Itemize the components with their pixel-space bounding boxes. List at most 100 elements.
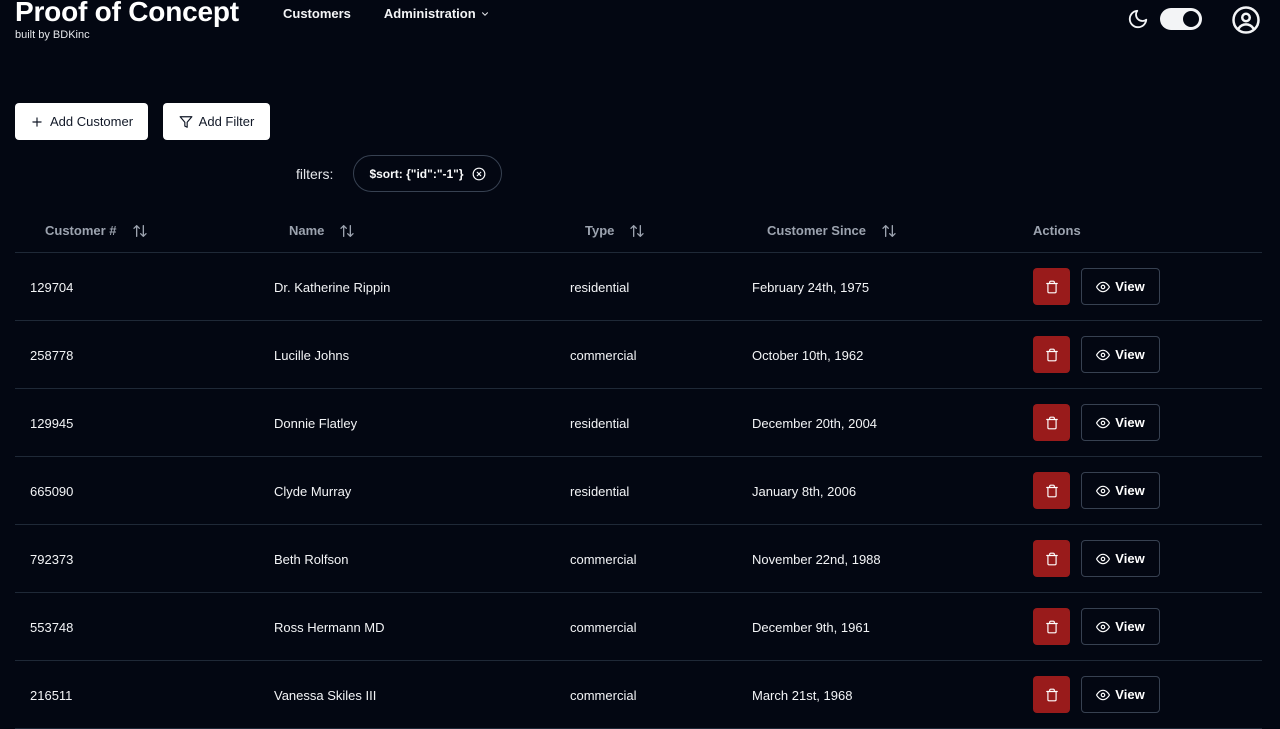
sort-icon[interactable]: [629, 223, 645, 239]
view-button[interactable]: View: [1081, 540, 1160, 577]
cell-name: Ross Hermann MD: [274, 619, 385, 635]
trash-icon: [1045, 416, 1058, 429]
header-name: Name: [289, 208, 355, 253]
filter-chip-sort: $sort: {"id":"-1"}: [353, 155, 502, 192]
nav-administration[interactable]: Administration: [384, 6, 490, 21]
table-row: 216511 Vanessa Skiles III commercial Mar…: [15, 661, 1262, 729]
header-customer-since: Customer Since: [767, 208, 897, 253]
cell-customer-no: 553748: [30, 619, 74, 635]
cell-customer-since: October 10th, 1962: [752, 347, 864, 363]
filters-label: filters:: [296, 166, 334, 182]
cell-customer-since: January 8th, 2006: [752, 483, 857, 499]
table-row: 665090 Clyde Murray residential January …: [15, 457, 1262, 525]
eye-icon: [1096, 349, 1111, 360]
view-button-label: View: [1115, 347, 1145, 362]
cell-customer-since: December 20th, 2004: [752, 415, 878, 431]
table-row: 129704 Dr. Katherine Rippin residential …: [15, 253, 1262, 321]
view-button-label: View: [1115, 687, 1145, 702]
view-button-label: View: [1115, 619, 1145, 634]
cell-name: Donnie Flatley: [274, 415, 358, 431]
header-customer-no-label: Customer #: [45, 223, 117, 238]
plus-icon: [32, 116, 42, 127]
cell-type: commercial: [570, 619, 637, 635]
view-button-label: View: [1115, 279, 1145, 294]
cell-type: commercial: [570, 347, 637, 363]
eye-icon: [1096, 689, 1111, 700]
trash-icon: [1045, 280, 1058, 293]
cell-name: Beth Rolfson: [274, 551, 349, 567]
view-button[interactable]: View: [1081, 336, 1160, 373]
table-row: 258778 Lucille Johns commercial October …: [15, 321, 1262, 389]
add-filter-button[interactable]: Add Filter: [163, 103, 270, 140]
nav-customers-label: Customers: [283, 6, 351, 21]
user-account-icon[interactable]: [1231, 5, 1261, 35]
nav-administration-label: Administration: [383, 6, 476, 21]
filter-chip-text: $sort: {"id":"-1"}: [369, 166, 464, 181]
cell-name: Dr. Katherine Rippin: [274, 279, 391, 295]
trash-icon: [1045, 348, 1058, 361]
delete-button[interactable]: [1033, 608, 1070, 645]
cell-customer-no: 258778: [30, 347, 74, 363]
table-row: 129945 Donnie Flatley residential Decemb…: [15, 389, 1262, 457]
eye-icon: [1096, 621, 1111, 632]
cell-type: commercial: [570, 687, 637, 703]
cell-type: residential: [570, 483, 630, 499]
header-type-label: Type: [585, 223, 615, 238]
remove-filter-icon[interactable]: [472, 167, 486, 181]
eye-icon: [1096, 553, 1111, 564]
table-row: 553748 Ross Hermann MD commercial Decemb…: [15, 593, 1262, 661]
header-actions-label: Actions: [1033, 223, 1081, 238]
cell-customer-since: November 22nd, 1988: [752, 551, 881, 567]
cell-customer-no: 129704: [30, 279, 74, 295]
cell-name: Clyde Murray: [274, 483, 352, 499]
header-customer-no: Customer #: [45, 208, 148, 253]
trash-icon: [1045, 620, 1058, 633]
delete-button[interactable]: [1033, 472, 1070, 509]
delete-button[interactable]: [1033, 268, 1070, 305]
cell-customer-no: 129945: [30, 415, 74, 431]
cell-customer-no: 792373: [30, 551, 74, 567]
cell-type: residential: [570, 415, 630, 431]
filter-icon: [179, 115, 193, 128]
delete-button[interactable]: [1033, 676, 1070, 713]
cell-type: commercial: [570, 551, 637, 567]
header-actions: Actions: [1033, 208, 1081, 253]
view-button[interactable]: View: [1081, 404, 1160, 441]
cell-name: Lucille Johns: [274, 347, 350, 363]
main-nav: Customers Administration: [283, 6, 490, 21]
view-button-label: View: [1115, 551, 1145, 566]
sort-icon[interactable]: [132, 223, 148, 239]
header-customer-since-label: Customer Since: [767, 223, 866, 238]
trash-icon: [1045, 688, 1058, 701]
delete-button[interactable]: [1033, 404, 1070, 441]
view-button[interactable]: View: [1081, 676, 1160, 713]
delete-button[interactable]: [1033, 540, 1070, 577]
add-filter-label: Add Filter: [198, 114, 255, 129]
view-button-label: View: [1115, 415, 1145, 430]
cell-customer-since: December 9th, 1961: [752, 619, 870, 635]
customers-table: Customer # Name Type Customer Since Acti…: [15, 208, 1262, 729]
cell-customer-since: February 24th, 1975: [752, 279, 870, 295]
nav-customers[interactable]: Customers: [283, 6, 351, 21]
theme-toggle[interactable]: [1160, 8, 1202, 30]
table-row: 792373 Beth Rolfson commercial November …: [15, 525, 1262, 593]
view-button[interactable]: View: [1081, 268, 1160, 305]
cell-customer-no: 216511: [30, 687, 73, 703]
add-customer-button[interactable]: Add Customer: [15, 103, 148, 140]
cell-customer-no: 665090: [30, 483, 74, 499]
view-button[interactable]: View: [1081, 472, 1160, 509]
chevron-down-icon: [481, 11, 488, 16]
sort-icon[interactable]: [339, 223, 355, 239]
table-body: 129704 Dr. Katherine Rippin residential …: [15, 253, 1262, 729]
cell-customer-since: March 21st, 1968: [752, 687, 853, 703]
sort-icon[interactable]: [881, 223, 897, 239]
trash-icon: [1045, 552, 1058, 565]
eye-icon: [1096, 417, 1111, 428]
view-button[interactable]: View: [1081, 608, 1160, 645]
delete-button[interactable]: [1033, 336, 1070, 373]
view-button-label: View: [1115, 483, 1145, 498]
toggle-knob: [1183, 11, 1199, 27]
brand[interactable]: Proof of Concept built by BDKinc: [15, 0, 239, 41]
trash-icon: [1045, 484, 1058, 497]
eye-icon: [1096, 485, 1111, 496]
